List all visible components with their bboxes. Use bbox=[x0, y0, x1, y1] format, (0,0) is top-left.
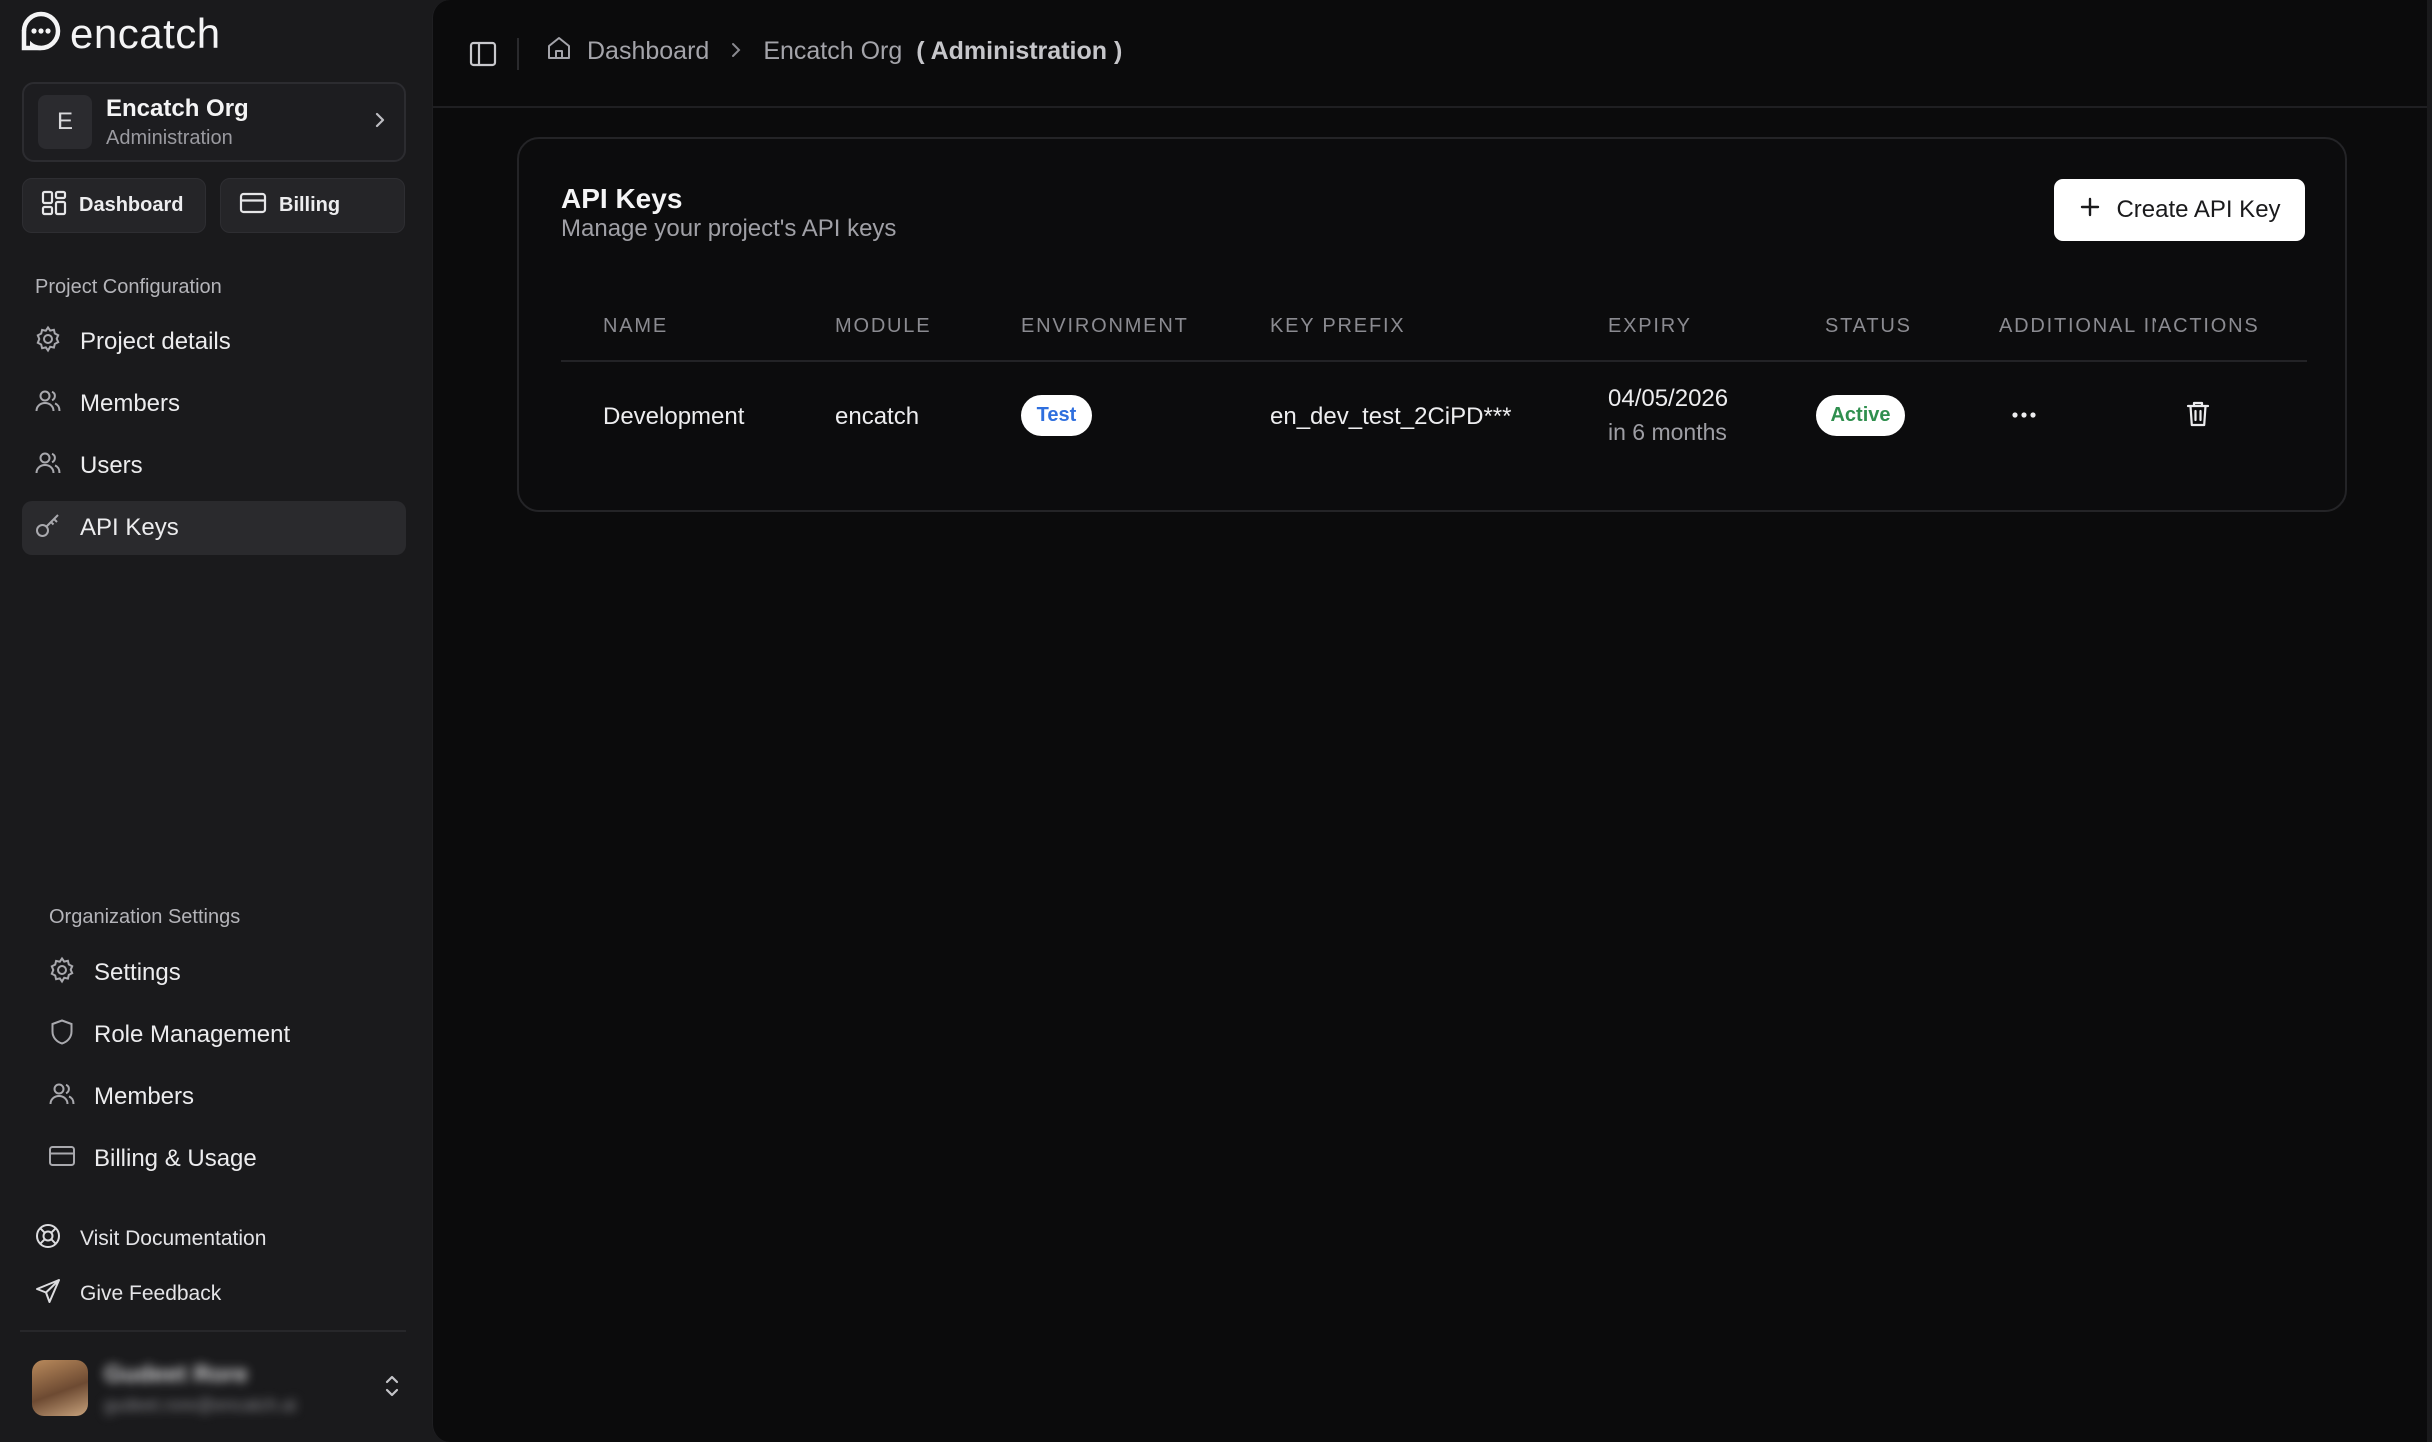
chevron-up-down-icon bbox=[382, 1372, 402, 1405]
org-settings-title: Organization Settings bbox=[49, 906, 241, 928]
avatar bbox=[32, 1360, 88, 1416]
column-header-status: STATUS bbox=[1825, 315, 1912, 337]
plus-icon bbox=[2078, 195, 2102, 226]
trash-icon bbox=[2185, 400, 2211, 433]
column-header-environment: ENVIRONMENT bbox=[1021, 315, 1189, 337]
main-content: Dashboard Encatch Org ( Administration )… bbox=[432, 0, 2427, 1442]
org-role: Administration bbox=[106, 126, 233, 149]
breadcrumb-dashboard[interactable]: Dashboard bbox=[545, 34, 709, 69]
chevron-right-icon bbox=[727, 37, 745, 66]
column-header-key-prefix: KEY PREFIX bbox=[1270, 315, 1406, 337]
more-horizontal-icon bbox=[2010, 406, 2038, 424]
grid-icon bbox=[41, 190, 67, 222]
org-switcher[interactable]: E Encatch Org Administration bbox=[22, 82, 406, 162]
sidebar-item-org-members[interactable]: Members bbox=[36, 1070, 406, 1124]
lifebuoy-icon bbox=[34, 1222, 62, 1256]
breadcrumb-org-label: Encatch Org bbox=[763, 37, 903, 65]
sidebar-item-label: Role Management bbox=[94, 1021, 291, 1048]
environment-badge: Test bbox=[1021, 395, 1092, 436]
org-name: Encatch Org bbox=[106, 94, 249, 122]
app-window: encatch E Encatch Org Administration Das… bbox=[0, 0, 2432, 1442]
user-email: gudeet.rore@encatch.ai bbox=[104, 1394, 297, 1415]
give-feedback-link[interactable]: Give Feedback bbox=[34, 1277, 221, 1311]
give-feedback-label: Give Feedback bbox=[80, 1282, 222, 1305]
visit-documentation-link[interactable]: Visit Documentation bbox=[34, 1222, 266, 1256]
sidebar-divider bbox=[20, 1330, 406, 1332]
column-header-actions: ACTIONS bbox=[2156, 315, 2260, 338]
sidebar-item-api-keys[interactable]: API Keys bbox=[22, 501, 406, 555]
project-config-title: Project Configuration bbox=[35, 276, 222, 298]
users-icon bbox=[48, 1080, 76, 1115]
send-icon bbox=[34, 1277, 62, 1311]
create-api-key-label: Create API Key bbox=[2116, 196, 2281, 223]
top-bar: Dashboard Encatch Org ( Administration ) bbox=[433, 0, 2427, 108]
cell-expiry-date: 04/05/2026 bbox=[1608, 385, 1729, 412]
breadcrumb-dashboard-label: Dashboard bbox=[587, 37, 710, 65]
sidebar-panel-icon bbox=[467, 41, 499, 74]
breadcrumb-org[interactable]: Encatch Org ( Administration ) bbox=[763, 37, 1122, 66]
column-header-expiry: EXPIRY bbox=[1608, 315, 1692, 337]
sidebar-item-label: Billing & Usage bbox=[94, 1145, 257, 1172]
sidebar-item-project-details[interactable]: Project details bbox=[22, 315, 406, 369]
sidebar-item-label: Settings bbox=[94, 959, 181, 986]
key-icon bbox=[34, 511, 62, 546]
credit-card-icon bbox=[239, 191, 267, 221]
sidebar-item-billing-usage[interactable]: Billing & Usage bbox=[36, 1132, 406, 1186]
chevron-right-icon bbox=[370, 110, 390, 135]
chat-bubble-logo-icon bbox=[18, 10, 62, 57]
user-name: Gudeet Rore bbox=[104, 1360, 249, 1388]
sidebar-item-settings[interactable]: Settings bbox=[36, 946, 406, 1000]
gear-icon bbox=[34, 325, 62, 360]
page-title: API Keys bbox=[561, 183, 683, 214]
breadcrumb-org-role: ( Administration ) bbox=[916, 37, 1123, 65]
page-subtitle: Manage your project's API keys bbox=[561, 215, 897, 242]
delete-api-key-button[interactable] bbox=[2181, 399, 2215, 433]
additional-info-button[interactable] bbox=[2004, 397, 2044, 433]
sidebar-item-role-management[interactable]: Role Management bbox=[36, 1008, 406, 1062]
sidebar-item-label: Members bbox=[80, 390, 181, 417]
user-menu[interactable]: Gudeet Rore gudeet.rore@encatch.ai bbox=[32, 1355, 402, 1421]
column-header-module: MODULE bbox=[835, 315, 932, 337]
cell-module: encatch bbox=[835, 403, 920, 430]
sidebar: encatch E Encatch Org Administration Das… bbox=[0, 0, 432, 1442]
sidebar-item-label: Members bbox=[94, 1083, 195, 1110]
gear-icon bbox=[48, 956, 76, 991]
dashboard-button[interactable]: Dashboard bbox=[22, 178, 206, 233]
sidebar-item-users[interactable]: Users bbox=[22, 439, 406, 493]
create-api-key-button[interactable]: Create API Key bbox=[2054, 179, 2305, 241]
api-keys-card: API Keys Manage your project's API keys … bbox=[517, 137, 2347, 512]
home-icon bbox=[545, 34, 573, 69]
shield-icon bbox=[48, 1018, 76, 1053]
visit-documentation-label: Visit Documentation bbox=[80, 1227, 267, 1250]
cell-expiry-relative: in 6 months bbox=[1608, 419, 1727, 445]
sidebar-item-members[interactable]: Members bbox=[22, 377, 406, 431]
brand-logo[interactable]: encatch bbox=[18, 9, 221, 57]
dashboard-button-label: Dashboard bbox=[79, 194, 184, 216]
users-icon bbox=[34, 449, 62, 484]
breadcrumb: Dashboard Encatch Org ( Administration ) bbox=[545, 34, 1122, 69]
table-header-divider bbox=[561, 360, 2307, 362]
billing-button-label: Billing bbox=[279, 194, 341, 216]
sidebar-item-label: API Keys bbox=[80, 514, 179, 541]
billing-button[interactable]: Billing bbox=[220, 178, 405, 233]
users-icon bbox=[34, 387, 62, 422]
topbar-separator bbox=[517, 38, 519, 70]
cell-key-prefix: en_dev_test_2CiPD*** bbox=[1270, 403, 1512, 430]
sidebar-item-label: Users bbox=[80, 452, 143, 479]
sidebar-item-label: Project details bbox=[80, 328, 231, 355]
column-header-name: NAME bbox=[603, 315, 668, 337]
cell-name: Development bbox=[603, 403, 745, 430]
status-badge: Active bbox=[1816, 395, 1905, 436]
credit-card-icon bbox=[48, 1143, 76, 1176]
org-avatar: E bbox=[38, 95, 92, 149]
sidebar-toggle-button[interactable] bbox=[467, 38, 499, 70]
brand-name: encatch bbox=[70, 9, 221, 57]
